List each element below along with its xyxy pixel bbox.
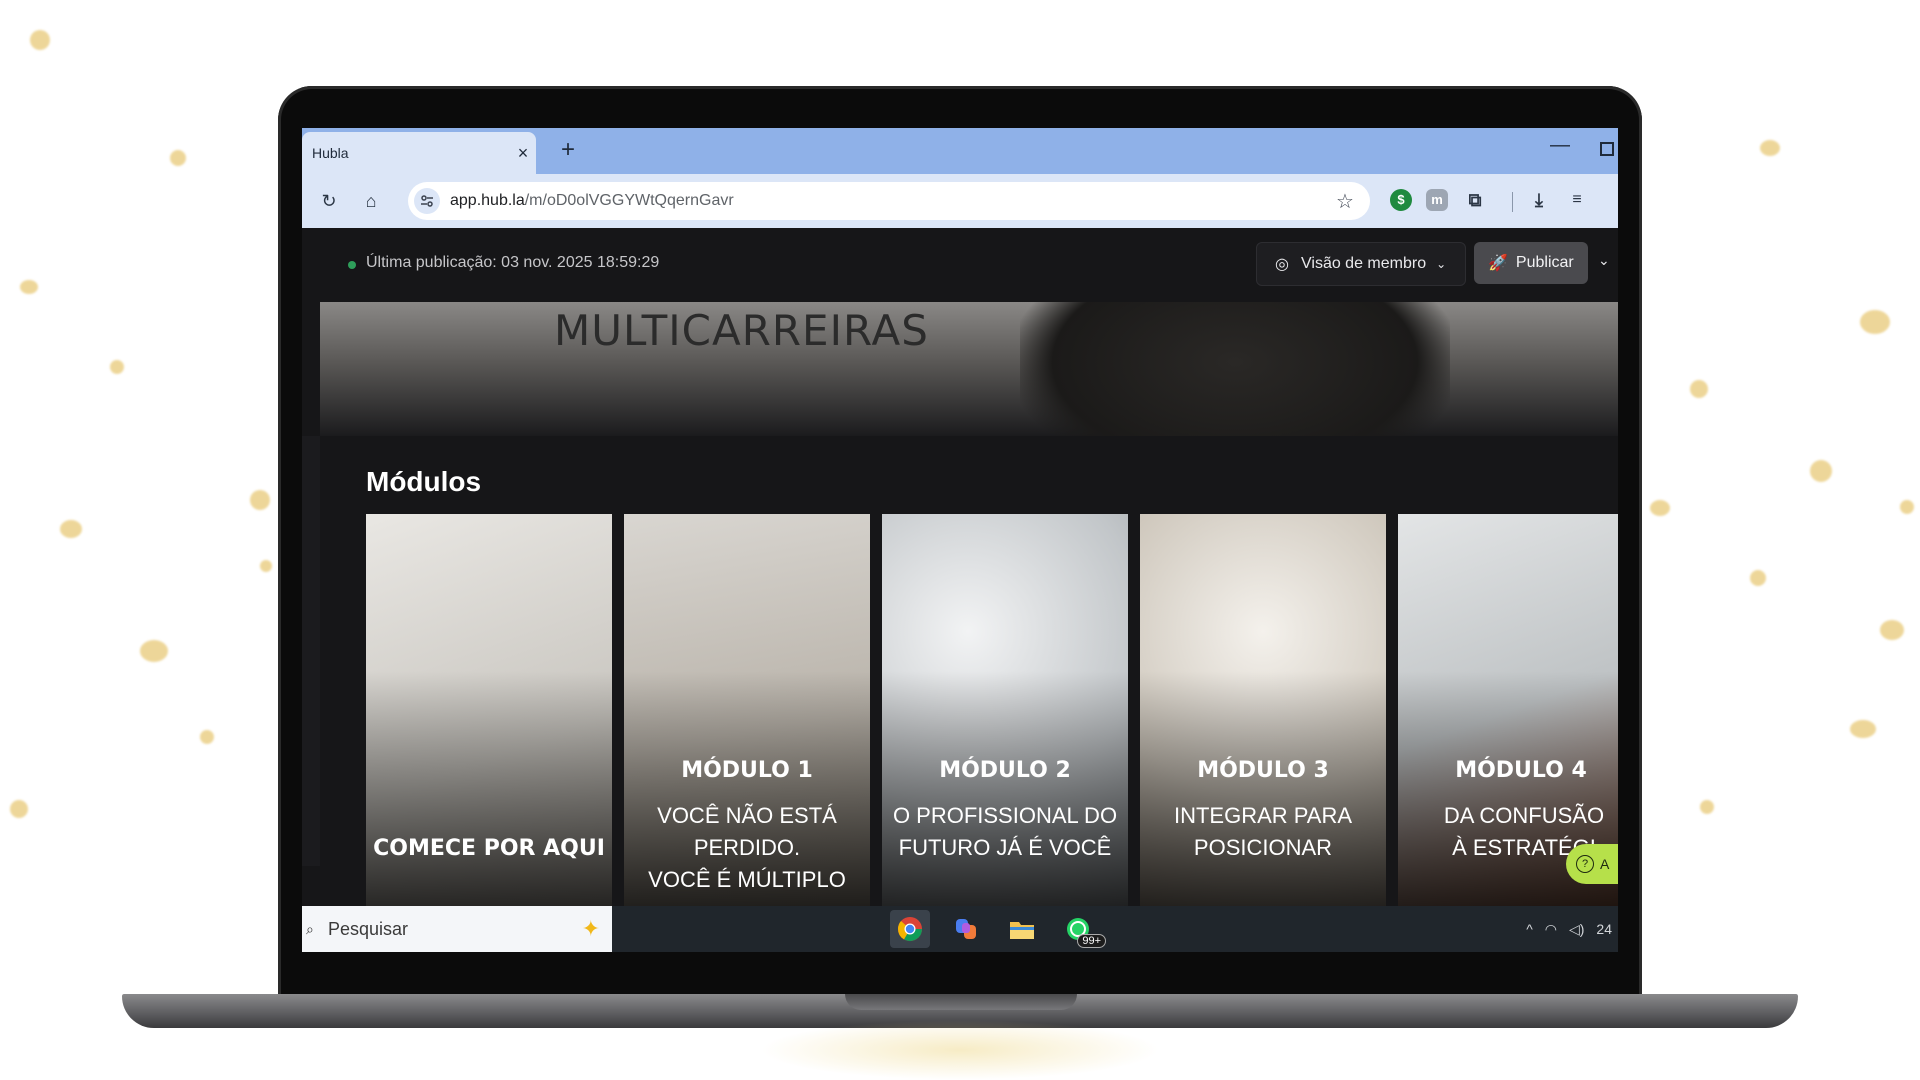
chrome-icon[interactable]	[890, 910, 930, 948]
card-subtitle: VOCÊ NÃO ESTÁ PERDIDO. VOCÊ É MÚLTIPLO	[648, 803, 846, 892]
member-view-button[interactable]: ◎ Visão de membro ⌄	[1256, 242, 1466, 286]
help-icon: ?	[1576, 855, 1594, 873]
module-card[interactable]: MÓDULO 2 O PROFISSIONAL DO FUTURO JÁ É V…	[882, 514, 1128, 906]
volume-icon[interactable]: ◁)	[1569, 921, 1584, 938]
card-module-number: MÓDULO 1	[681, 758, 813, 783]
toolbar-divider	[1512, 192, 1513, 212]
help-label: A	[1600, 856, 1610, 872]
card-subtitle: INTEGRAR PARA POSICIONAR	[1173, 803, 1353, 860]
sparkle-icon: ✦	[581, 916, 600, 941]
taskbar-search[interactable]: ⌕ Pesquisar ✦	[302, 906, 612, 952]
sidebar-strip	[302, 436, 320, 866]
help-chat-button[interactable]: ? A	[1566, 844, 1618, 884]
publish-dropdown-icon[interactable]: ⌄	[1598, 252, 1610, 269]
laptop-notch	[845, 994, 1077, 1010]
notification-badge: 99+	[1077, 934, 1106, 948]
publish-status-dot	[348, 261, 356, 269]
banner-image	[1020, 302, 1450, 436]
wifi-icon[interactable]: ◠	[1545, 921, 1557, 938]
modules-carousel: COMECE POR AQUI MÓDULO 1 VOCÊ NÃO ESTÁ P…	[366, 514, 1618, 906]
reload-icon[interactable]: ↻	[316, 188, 342, 214]
card-subtitle: O PROFISSIONAL DO FUTURO JÁ É VOCÊ	[892, 803, 1118, 860]
whatsapp-icon[interactable]: 99+	[1058, 910, 1106, 948]
clock[interactable]: 24	[1596, 921, 1612, 937]
folder-icon[interactable]	[1002, 910, 1042, 948]
system-tray: ^ ◠ ◁) 24	[1520, 918, 1618, 940]
browser-toolbar: ↻ ⌂ app.hub.la/m/oD0olVGGYWtQqernGavr ☆ …	[302, 174, 1618, 228]
chevron-down-icon: ⌄	[1436, 257, 1447, 271]
light-glow	[760, 1020, 1160, 1080]
card-title: COMECE POR AQUI	[373, 836, 605, 861]
extension-dollar-icon[interactable]: $	[1390, 189, 1412, 211]
home-icon[interactable]: ⌂	[358, 188, 384, 214]
card-module-number: MÓDULO 3	[1197, 758, 1329, 783]
module-card[interactable]: MÓDULO 1 VOCÊ NÃO ESTÁ PERDIDO. VOCÊ É M…	[624, 514, 870, 906]
card-module-number: MÓDULO 4	[1455, 758, 1587, 783]
extension-m-icon[interactable]: m	[1426, 189, 1448, 211]
tab-title: Hubla	[312, 145, 349, 161]
screen: Hubla × + — ↻ ⌂ app.hub.la/m/oD0olVGGYWt…	[302, 128, 1618, 952]
search-icon: ⌕	[306, 920, 314, 937]
course-banner: MULTICARREIRAS	[320, 302, 1618, 436]
url-host: app.hub.la	[450, 192, 525, 209]
url-path: /m/oD0olVGGYWtQqernGavr	[524, 192, 734, 209]
download-icon[interactable]: ⤓	[1528, 189, 1550, 211]
site-settings-icon[interactable]	[414, 188, 440, 214]
eye-icon: ◎	[1275, 256, 1289, 273]
card-module-number: MÓDULO 2	[939, 758, 1071, 783]
member-view-label: Visão de membro	[1301, 255, 1427, 272]
copilot-icon[interactable]	[946, 910, 986, 948]
bookmark-star-icon[interactable]: ☆	[1330, 189, 1360, 214]
new-tab-icon[interactable]: +	[554, 136, 582, 164]
url-text: app.hub.la/m/oD0olVGGYWtQqernGavr	[450, 192, 1330, 210]
publish-status: Última publicação: 03 nov. 2025 18:59:29	[366, 254, 660, 271]
maximize-icon[interactable]	[1600, 142, 1614, 156]
minimize-icon[interactable]: —	[1550, 134, 1570, 157]
browser-tabbar: Hubla × + —	[302, 128, 1618, 174]
extensions-puzzle-icon[interactable]: ⧉	[1464, 189, 1486, 211]
module-card[interactable]: COMECE POR AQUI	[366, 514, 612, 906]
section-title: Módulos	[366, 466, 482, 497]
module-card[interactable]: MÓDULO 3 INTEGRAR PARA POSICIONAR	[1140, 514, 1386, 906]
address-bar[interactable]: app.hub.la/m/oD0olVGGYWtQqernGavr ☆	[408, 182, 1370, 220]
publish-label: Publicar	[1515, 254, 1574, 271]
close-tab-icon[interactable]: ×	[510, 143, 536, 164]
os-taskbar: ⌕ Pesquisar ✦ 99+ ^ ◠ ◁) 24	[302, 906, 1618, 952]
chevron-up-icon[interactable]: ^	[1526, 921, 1533, 937]
app-content: Última publicação: 03 nov. 2025 18:59:29…	[302, 228, 1618, 906]
banner-title: MULTICARREIRAS	[554, 306, 929, 355]
media-queue-icon[interactable]: ≡	[1566, 189, 1588, 211]
publish-button[interactable]: 🚀 Publicar	[1474, 242, 1588, 284]
browser-tab[interactable]: Hubla ×	[302, 132, 536, 174]
rocket-icon: 🚀	[1488, 255, 1508, 272]
search-label: Pesquisar	[328, 918, 409, 939]
